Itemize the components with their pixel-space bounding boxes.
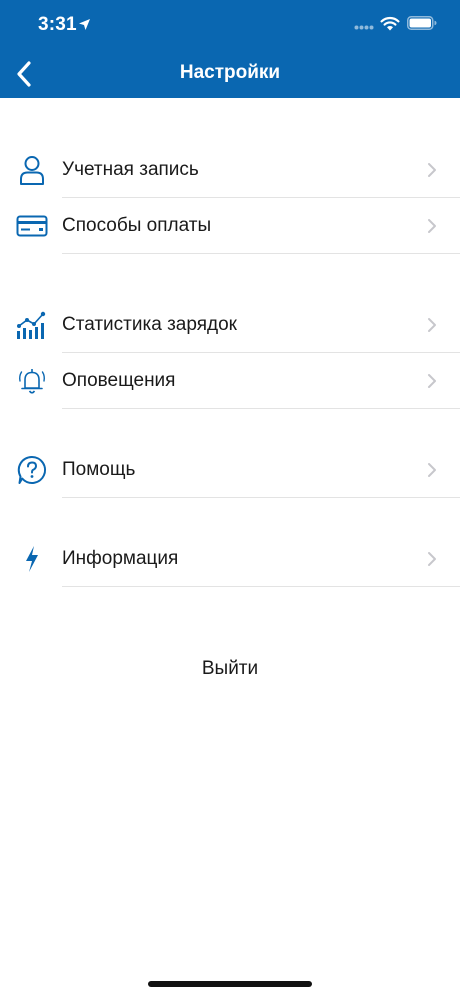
header: 3:31 Настройки (0, 0, 460, 98)
menu-item-label: Оповещения (62, 370, 176, 391)
menu-item-information[interactable]: Информация (0, 531, 460, 587)
chart-icon (16, 309, 48, 341)
chevron-right-icon (428, 219, 436, 233)
status-time: 3:31 (38, 14, 77, 35)
menu-item-help[interactable]: Помощь (0, 442, 460, 498)
page-title: Настройки (179, 62, 281, 83)
menu-item-label: Статистика зарядок (62, 314, 237, 335)
divider (62, 586, 460, 587)
chevron-right-icon (428, 463, 436, 477)
menu-item-notifications[interactable]: Оповещения (0, 353, 460, 409)
home-indicator[interactable] (148, 981, 312, 987)
divider (62, 497, 460, 498)
menu-item-label: Информация (62, 548, 179, 569)
signal-icon (354, 25, 374, 30)
menu-item-label: Учетная запись (62, 159, 199, 180)
help-icon (16, 454, 48, 486)
menu-item-payment-methods[interactable]: Способы оплаты (0, 198, 460, 254)
credit-card-icon (16, 210, 48, 242)
menu-item-label: Помощь (62, 459, 136, 480)
logout-button[interactable]: Выйти (0, 652, 460, 686)
chevron-right-icon (428, 552, 436, 566)
user-icon (16, 154, 48, 186)
location-arrow-icon (79, 19, 90, 30)
menu-item-account[interactable]: Учетная запись (0, 142, 460, 198)
divider (62, 253, 460, 254)
nav-bar: Настройки (0, 50, 460, 98)
chevron-right-icon (428, 318, 436, 332)
bell-icon (16, 365, 48, 397)
lightning-icon (16, 543, 48, 575)
wifi-icon (380, 16, 400, 31)
chevron-right-icon (428, 374, 436, 388)
chevron-right-icon (428, 163, 436, 177)
menu-item-charging-statistics[interactable]: Статистика зарядок (0, 297, 460, 353)
menu-item-label: Способы оплаты (62, 215, 212, 236)
battery-icon (407, 16, 437, 30)
status-bar: 3:31 (0, 0, 460, 50)
divider (62, 408, 460, 409)
